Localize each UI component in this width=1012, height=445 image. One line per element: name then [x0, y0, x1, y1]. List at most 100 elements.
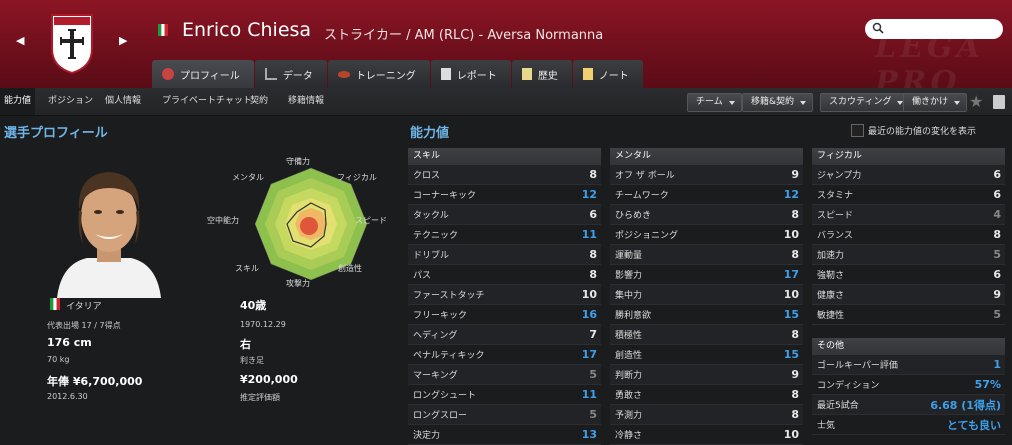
attribute-value: 6 [993, 188, 1001, 201]
attribute-row[interactable]: コーナーキック 12 [408, 185, 601, 205]
attribute-name: 加速力 [817, 251, 845, 261]
attribute-name: バランス [817, 231, 853, 241]
attribute-row[interactable]: ヘディング 7 [408, 325, 601, 345]
subnav-transfer[interactable]: 移籍情報 [284, 88, 328, 115]
tab-label: トレーニング [355, 70, 416, 82]
attribute-name: ペナルティキック [413, 351, 485, 361]
show-changes-label: 最近の能力値の変化を表示 [868, 127, 977, 137]
attribute-name: ロングスロー [413, 411, 468, 421]
attribute-row[interactable]: 健康さ 9 [812, 285, 1005, 305]
attribute-row[interactable]: 創造性 15 [610, 345, 803, 365]
attribute-value: 5 [993, 308, 1001, 321]
attribute-name: スピード [817, 211, 854, 221]
attribute-row[interactable]: 決定力 13 [408, 425, 601, 445]
attribute-row[interactable]: ドリブル 8 [408, 245, 601, 265]
subnav-personal[interactable]: 個人情報 [101, 88, 145, 115]
attribute-row[interactable]: 積極性 8 [610, 325, 803, 345]
attribute-row[interactable]: ポジショニング 10 [610, 225, 803, 245]
tab-notes[interactable]: ノート [572, 60, 643, 88]
scouting-dropdown[interactable]: スカウティング [820, 93, 911, 112]
attribute-row[interactable]: 判断力 9 [610, 365, 803, 385]
attribute-value: 8 [589, 168, 597, 181]
attribute-row[interactable]: マーキング 5 [408, 365, 601, 385]
tab-history[interactable]: 歴史 [511, 60, 572, 88]
attribute-row[interactable]: ファーストタッチ 10 [408, 285, 601, 305]
subnav-positions[interactable]: ポジション [44, 88, 97, 115]
subnav-private-chat[interactable]: プライベートチャット [158, 88, 256, 115]
transfer-contract-dropdown[interactable]: 移籍&契約 [742, 93, 814, 112]
attribute-row[interactable]: 運動量 8 [610, 245, 803, 265]
subnav-contract[interactable]: 契約 [246, 88, 272, 115]
approach-dropdown[interactable]: 働きかけ [903, 93, 968, 112]
foot-label: 利き足 [240, 356, 264, 365]
attribute-name: タックル [413, 211, 449, 221]
attribute-name: 士気 [817, 421, 836, 431]
attribute-row[interactable]: バランス 8 [812, 225, 1005, 245]
attribute-row[interactable]: 影響力 17 [610, 265, 803, 285]
mental-rows: オフ ザ ボール 9 チームワーク 12 ひらめき 8 ポジショニング 10 運動量 8 影響力 17… [610, 165, 803, 445]
technical-header: スキル [408, 148, 601, 165]
star-icon[interactable]: ★ [969, 92, 983, 111]
attribute-name: ひらめき [615, 211, 652, 221]
attribute-value: 10 [581, 288, 597, 301]
attribute-row[interactable]: ひらめき 8 [610, 205, 803, 225]
attribute-row[interactable]: ジャンプ力 6 [812, 165, 1005, 185]
attribute-row[interactable]: スタミナ 6 [812, 185, 1005, 205]
show-changes-checkbox[interactable] [851, 124, 864, 137]
attribute-value: 5 [589, 408, 597, 421]
attribute-name: テクニック [413, 231, 459, 241]
attribute-row[interactable]: 敏捷性 5 [812, 305, 1005, 325]
attribute-value: 16 [581, 308, 597, 321]
attribute-row[interactable]: ペナルティキック 17 [408, 345, 601, 365]
attribute-name: コンディション [817, 381, 880, 391]
attribute-row[interactable]: ゴールキーパー評価 1 [812, 355, 1005, 375]
attribute-row[interactable]: フリーキック 16 [408, 305, 601, 325]
tab-report[interactable]: レポート [430, 60, 511, 88]
nationality: イタリア [66, 302, 102, 312]
attribute-row[interactable]: 集中力 10 [610, 285, 803, 305]
prev-arrow-icon[interactable]: ◀ [16, 34, 24, 47]
birth-date: 1970.12.29 [240, 320, 286, 329]
weight: 70 kg [47, 355, 70, 364]
tab-training[interactable]: トレーニング [327, 60, 430, 88]
attribute-row[interactable]: パス 8 [408, 265, 601, 285]
radar-label-defense: 守備力 [286, 157, 310, 166]
attribute-value: 17 [581, 348, 597, 361]
attribute-row[interactable]: テクニック 11 [408, 225, 601, 245]
notepad-icon[interactable] [993, 95, 1005, 109]
other-header: その他 [812, 338, 1005, 355]
tab-label: データ [282, 70, 313, 82]
attribute-value: 8 [791, 408, 799, 421]
other-panel: その他 ゴールキーパー評価 1 コンディション 57% 最近5試合 6.68 (1得点) 士… [812, 338, 1005, 435]
attribute-row[interactable]: タックル 6 [408, 205, 601, 225]
next-arrow-icon[interactable]: ▶ [119, 34, 127, 47]
search-input[interactable] [865, 19, 1003, 39]
attribute-row[interactable]: 士気 とても良い [812, 415, 1005, 435]
tab-label: プロフィール [180, 70, 240, 82]
attribute-row[interactable]: 最近5試合 6.68 (1得点) [812, 395, 1005, 415]
subnav-attributes[interactable]: 能力値 [0, 88, 36, 115]
attribute-name: フリーキック [413, 311, 468, 321]
attribute-row[interactable]: 加速力 5 [812, 245, 1005, 265]
attribute-row[interactable]: ロングシュート 11 [408, 385, 601, 405]
attribute-row[interactable]: チームワーク 12 [610, 185, 803, 205]
preferred-foot: 右 [240, 338, 251, 351]
attribute-row[interactable]: 勝利意欲 15 [610, 305, 803, 325]
tab-profile[interactable]: プロフィール [152, 60, 254, 88]
international-caps: 代表出場 17 / 7得点 [47, 321, 121, 330]
age: 40歳 [240, 299, 267, 312]
attribute-row[interactable]: クロス 8 [408, 165, 601, 185]
attribute-row[interactable]: オフ ザ ボール 9 [610, 165, 803, 185]
team-dropdown[interactable]: チーム [687, 93, 742, 112]
attribute-row[interactable]: 強靭さ 6 [812, 265, 1005, 285]
attribute-value: 9 [791, 168, 799, 181]
attribute-row[interactable]: コンディション 57% [812, 375, 1005, 395]
attribute-row[interactable]: 冷静さ 10 [610, 425, 803, 445]
attribute-row[interactable]: 勇敢さ 8 [610, 385, 803, 405]
tab-data[interactable]: データ [254, 60, 327, 88]
attribute-row[interactable]: 予測力 8 [610, 405, 803, 425]
attribute-row[interactable]: ロングスロー 5 [408, 405, 601, 425]
attribute-name: 積極性 [615, 331, 643, 341]
attribute-row[interactable]: スピード 4 [812, 205, 1005, 225]
attribute-value: 1 [993, 358, 1001, 371]
